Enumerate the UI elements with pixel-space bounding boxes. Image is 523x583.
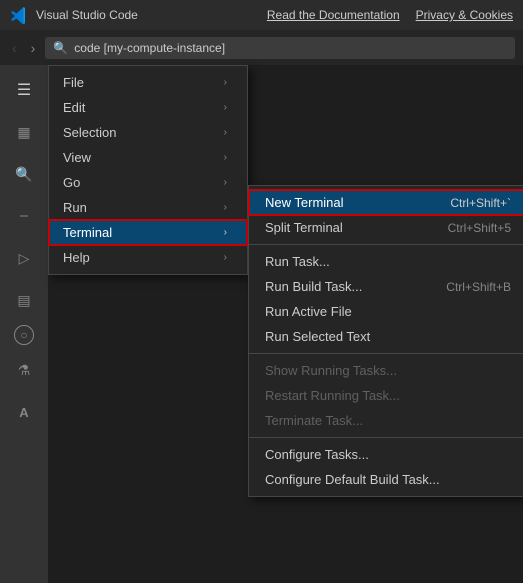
address-text: code [my-compute-instance] [74, 41, 225, 55]
app-title: Visual Studio Code [36, 8, 138, 22]
search-button[interactable]: 🔍 [7, 157, 41, 191]
privacy-link[interactable]: Privacy & Cookies [416, 8, 513, 22]
hamburger-menu-button[interactable]: ☰ [7, 73, 41, 107]
arrow-icon: › [224, 227, 227, 238]
flask-button[interactable]: ⚗ [7, 353, 41, 387]
account-button[interactable]: A [7, 395, 41, 429]
menu-item-view[interactable]: View › [49, 145, 247, 170]
menu-item-file[interactable]: File › [49, 70, 247, 95]
menu-item-selection[interactable]: Selection › [49, 120, 247, 145]
address-bar: ‹ › 🔍 code [my-compute-instance] [0, 30, 523, 65]
activity-bar: ☰ ▦ 🔍 ⎯ ▷ ▤ ○ ⚗ A [0, 65, 48, 583]
submenu-item-new-terminal[interactable]: New Terminal Ctrl+Shift+` [249, 190, 523, 215]
search-icon: 🔍 [53, 41, 68, 55]
vscode-logo-icon [10, 6, 28, 24]
submenu-item-show-running-tasks: Show Running Tasks... [249, 358, 523, 383]
arrow-icon: › [224, 152, 227, 163]
forward-button[interactable]: › [27, 38, 40, 58]
separator [249, 437, 523, 438]
explorer-button[interactable]: ▦ [7, 115, 41, 149]
submenu-item-run-task[interactable]: Run Task... [249, 249, 523, 274]
menu-item-run[interactable]: Run › [49, 195, 247, 220]
submenu-item-terminate-task: Terminate Task... [249, 408, 523, 433]
submenu-item-configure-default-build-task[interactable]: Configure Default Build Task... [249, 467, 523, 492]
arrow-icon: › [224, 252, 227, 263]
arrow-icon: › [224, 102, 227, 113]
run-debug-button[interactable]: ▷ [7, 241, 41, 275]
submenu-item-run-build-task[interactable]: Run Build Task... Ctrl+Shift+B [249, 274, 523, 299]
arrow-icon: › [224, 127, 227, 138]
submenu-item-configure-tasks[interactable]: Configure Tasks... [249, 442, 523, 467]
submenu-item-split-terminal[interactable]: Split Terminal Ctrl+Shift+5 [249, 215, 523, 240]
address-field[interactable]: 🔍 code [my-compute-instance] [45, 37, 515, 59]
menu-item-edit[interactable]: Edit › [49, 95, 247, 120]
separator [249, 353, 523, 354]
arrow-icon: › [224, 177, 227, 188]
extensions-button[interactable]: ▤ [7, 283, 41, 317]
submenu-item-run-active-file[interactable]: Run Active File [249, 299, 523, 324]
separator [249, 244, 523, 245]
menu-overlay: File › Edit › Selection › View › Go › [48, 65, 523, 583]
submenu-item-restart-running-task: Restart Running Task... [249, 383, 523, 408]
menu-item-go[interactable]: Go › [49, 170, 247, 195]
menu-item-help[interactable]: Help › [49, 245, 247, 270]
terminal-submenu: New Terminal Ctrl+Shift+` Split Terminal… [248, 185, 523, 497]
source-control-button[interactable]: ⎯ [7, 199, 41, 233]
arrow-icon: › [224, 202, 227, 213]
file-menu: File › Edit › Selection › View › Go › [48, 65, 248, 275]
back-button[interactable]: ‹ [8, 38, 21, 58]
submenu-item-run-selected-text[interactable]: Run Selected Text [249, 324, 523, 349]
remote-button[interactable]: ○ [14, 325, 34, 345]
main-area: ☰ ▦ 🔍 ⎯ ▷ ▤ ○ ⚗ A File › Edit › Selec [0, 65, 523, 583]
read-docs-link[interactable]: Read the Documentation [267, 8, 400, 22]
menu-item-terminal[interactable]: Terminal › [49, 220, 247, 245]
title-bar: Visual Studio Code Read the Documentatio… [0, 0, 523, 30]
top-links: Read the Documentation Privacy & Cookies [267, 8, 513, 22]
editor-area: File › Edit › Selection › View › Go › [48, 65, 523, 583]
arrow-icon: › [224, 77, 227, 88]
